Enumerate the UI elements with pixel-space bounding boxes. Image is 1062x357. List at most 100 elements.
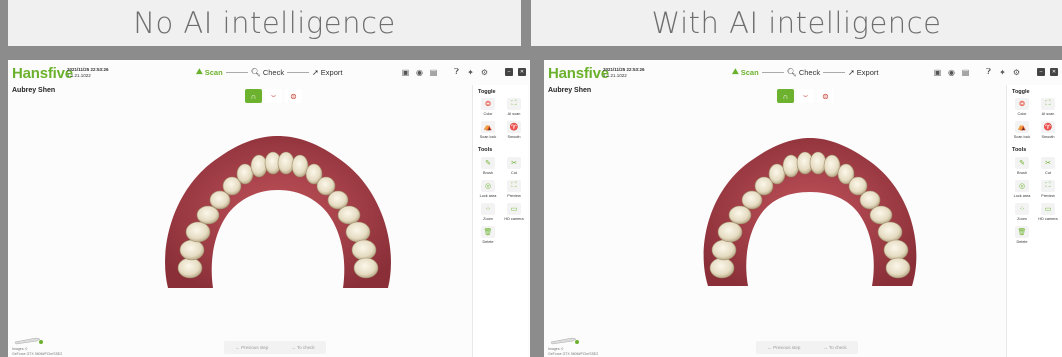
tool-lock-area[interactable]: ◎ Lock area — [1010, 180, 1034, 198]
delete-icon: 🗑︎ — [1015, 226, 1029, 238]
tooth — [337, 205, 361, 225]
patient-name: Aubrey Shen — [548, 87, 592, 94]
upper-jaw-view-button[interactable]: ∩ — [245, 89, 262, 103]
banner-with-ai-text: With AI intelligence — [651, 6, 942, 40]
step-export[interactable]: ➚ Export — [312, 68, 342, 77]
previous-step-button[interactable]: ← Previous step — [767, 345, 800, 350]
preview-icon: ⛶ — [507, 180, 521, 192]
zoom-icon: ⁘ — [481, 203, 495, 215]
tool-cut-label: Cut — [511, 171, 517, 175]
settings-icon[interactable]: ⚙ — [1012, 68, 1021, 77]
step-scan[interactable]: ⛰ Scan — [196, 67, 223, 77]
lock-area-icon: ◎ — [1015, 180, 1029, 192]
step-scan[interactable]: ⛰ Scan — [732, 67, 759, 77]
close-icon[interactable]: ✕ — [518, 68, 526, 76]
view-buttons: ∩ ⌣ ⊜ — [777, 89, 834, 103]
tooth — [883, 239, 909, 261]
record-icon[interactable]: ◉ — [415, 68, 424, 77]
toggle-ai-scan[interactable]: ⛶ AI scan — [502, 98, 526, 116]
step-check[interactable]: 🔍︎ Check — [251, 68, 284, 77]
tooth — [177, 257, 203, 279]
toggle-color[interactable]: ❂ Color — [476, 98, 500, 116]
smooth-icon: ♈ — [1041, 121, 1055, 133]
tool-brush[interactable]: ✎ Brush — [1010, 157, 1034, 175]
banner-no-ai-text: No AI intelligence — [133, 6, 396, 40]
tool-brush-label: Brush — [1017, 171, 1027, 175]
minimize-icon[interactable]: – — [505, 68, 513, 76]
record-icon[interactable]: ◉ — [947, 68, 956, 77]
bite-view-button[interactable]: ⊜ — [817, 89, 834, 103]
toggle-color[interactable]: ❂ Color — [1010, 98, 1034, 116]
help-icon[interactable]: ❓︎ — [452, 67, 461, 77]
toggle-ai-scan-label: AI scan — [507, 112, 521, 116]
step-scan-label: Scan — [740, 67, 759, 77]
scan-lock-icon: ⛺ — [481, 121, 495, 133]
to-check-button[interactable]: → To check — [823, 345, 846, 350]
tool-hd-camera[interactable]: ▭ HD camera — [502, 203, 526, 221]
toggle-scan-lock[interactable]: ⛺ Scan lock — [476, 121, 500, 139]
scanner-wand-icon — [14, 337, 43, 345]
lower-jaw-view-button[interactable]: ⌣ — [265, 89, 282, 103]
brush-icon: ✎ — [1015, 157, 1029, 169]
tool-zoom[interactable]: ⁘ Zoom — [1010, 203, 1034, 221]
screenshot-icon[interactable]: ▤ — [961, 68, 970, 77]
step-export-label: Export — [320, 67, 343, 77]
toggle-ai-scan[interactable]: ⛶ AI scan — [1036, 98, 1060, 116]
step-export[interactable]: ➚ Export — [848, 68, 878, 77]
tool-lock-area[interactable]: ◎ Lock area — [476, 180, 500, 198]
export-icon: ➚ — [848, 67, 855, 77]
tool-preview-label: Preview — [1041, 194, 1055, 198]
hansfive-logo: Hansfive — [12, 65, 73, 82]
app-window-no-ai: Hansfive 2021/11/25 22:53:26 1.1.21.1022… — [8, 60, 530, 357]
tool-cut[interactable]: ✂ Cut — [1036, 157, 1060, 175]
screenshot-icon[interactable]: ▤ — [429, 68, 438, 77]
tool-hd-camera-label: HD camera — [504, 217, 524, 221]
tooth — [823, 154, 841, 178]
tool-preview[interactable]: ⛶ Preview — [502, 180, 526, 198]
dental-arch-3d-model[interactable] — [660, 118, 960, 318]
tool-cut[interactable]: ✂ Cut — [502, 157, 526, 175]
tool-brush[interactable]: ✎ Brush — [476, 157, 500, 175]
tools-section-title: Tools — [1012, 147, 1027, 153]
toggle-scan-lock[interactable]: ⛺ Scan lock — [1010, 121, 1034, 139]
step-check[interactable]: 🔍︎ Check — [787, 68, 820, 77]
lower-jaw-view-button[interactable]: ⌣ — [797, 89, 814, 103]
previous-step-button[interactable]: ← Previous step — [235, 345, 268, 350]
dental-arch-3d-model[interactable] — [128, 118, 428, 318]
hd-camera-icon: ▭ — [1041, 203, 1055, 215]
step-connector — [225, 71, 248, 73]
toggle-section-title: Toggle — [1012, 89, 1030, 95]
app-version: 1.1.21.1022 — [67, 73, 91, 78]
settings-icon[interactable]: ⚙ — [480, 68, 489, 77]
status-info: Images: 0 GeForce GTX 960M/PCIe/SSE2 — [12, 347, 62, 356]
magic-icon[interactable]: ✦ — [998, 68, 1007, 77]
toggle-smooth[interactable]: ♈ Smooth — [1036, 121, 1060, 139]
tool-zoom[interactable]: ⁘ Zoom — [476, 203, 500, 221]
magic-icon[interactable]: ✦ — [466, 68, 475, 77]
tool-preview[interactable]: ⛶ Preview — [1036, 180, 1060, 198]
patient-name: Aubrey Shen — [12, 87, 56, 94]
folder-icon[interactable]: ▣ — [401, 68, 410, 77]
magnifier-icon: 🔍︎ — [786, 67, 797, 77]
tool-hd-camera-label: HD camera — [1038, 217, 1058, 221]
tool-hd-camera[interactable]: ▭ HD camera — [1036, 203, 1060, 221]
step-connector — [287, 71, 310, 73]
close-icon[interactable]: ✕ — [1050, 68, 1058, 76]
bite-view-button[interactable]: ⊜ — [285, 89, 302, 103]
to-check-button[interactable]: → To check — [291, 345, 314, 350]
tooth — [185, 221, 211, 243]
minimize-icon[interactable]: – — [1037, 68, 1045, 76]
session-meta: 2021/11/25 22:53:26 1.1.21.1022 — [603, 67, 645, 79]
toggle-smooth[interactable]: ♈ Smooth — [502, 121, 526, 139]
toggle-color-label: Color — [1017, 112, 1027, 116]
top-bar: Hansfive 2021/11/25 22:53:26 1.1.21.1022… — [8, 60, 530, 86]
help-icon[interactable]: ❓︎ — [984, 67, 993, 77]
tool-delete[interactable]: 🗑︎ Delete — [476, 226, 500, 244]
tool-preview-label: Preview — [507, 194, 521, 198]
magnifier-icon: 🔍︎ — [250, 67, 261, 77]
upper-jaw-view-button[interactable]: ∩ — [777, 89, 794, 103]
tool-delete[interactable]: 🗑︎ Delete — [1010, 226, 1034, 244]
scan-icon: ⛰ — [196, 67, 203, 76]
folder-icon[interactable]: ▣ — [933, 68, 942, 77]
brush-icon: ✎ — [481, 157, 495, 169]
